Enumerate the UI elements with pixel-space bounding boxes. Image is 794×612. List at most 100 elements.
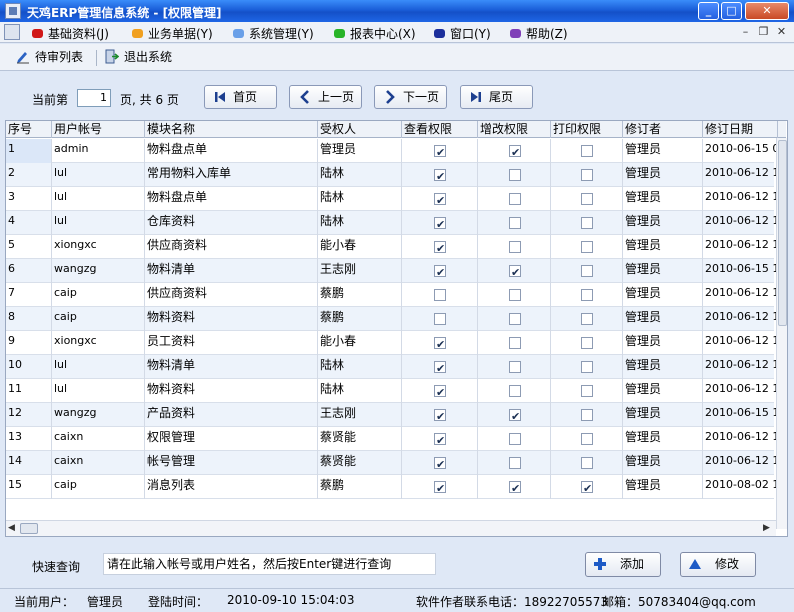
view-permission-checkbox[interactable] [434, 239, 446, 259]
cell-no[interactable]: 12 [6, 403, 52, 427]
cell-grantee[interactable]: 能小春 [318, 235, 402, 259]
cell-no[interactable]: 1 [6, 139, 52, 163]
cell-reviser[interactable]: 管理员 [623, 355, 703, 379]
cell-no[interactable]: 3 [6, 187, 52, 211]
cell-reviser[interactable]: 管理员 [623, 211, 703, 235]
cell-date[interactable]: 2010-06-15 0 [703, 139, 778, 163]
cell-reviser[interactable]: 管理员 [623, 331, 703, 355]
cell-grantee[interactable]: 蔡鹏 [318, 307, 402, 331]
last-page-button[interactable]: 尾页 [460, 85, 533, 109]
cell-module[interactable]: 供应商资料 [145, 283, 318, 307]
view-permission-checkbox[interactable] [434, 313, 446, 325]
print-permission-checkbox[interactable] [581, 385, 593, 397]
cell-account[interactable]: caip [52, 283, 145, 307]
edit-permission-checkbox[interactable] [509, 263, 521, 283]
mdi-close-icon[interactable]: ✕ [774, 25, 789, 39]
view-permission-checkbox[interactable] [434, 335, 446, 355]
scroll-right-icon[interactable]: ▶ [763, 523, 770, 533]
cell-no[interactable]: 14 [6, 451, 52, 475]
cell-reviser[interactable]: 管理员 [623, 139, 703, 163]
table-row[interactable]: 12wangzg产品资料王志刚 管理员2010-06-15 1 [6, 403, 778, 427]
cell-account[interactable]: lul [52, 355, 145, 379]
cell-module[interactable]: 消息列表 [145, 475, 318, 499]
view-permission-checkbox[interactable] [434, 383, 446, 403]
print-permission-checkbox[interactable] [581, 433, 593, 445]
mdi-minimize-icon[interactable]: – [738, 25, 753, 39]
cell-date[interactable]: 2010-06-15 1 [703, 403, 778, 427]
cell-date[interactable]: 2010-06-12 1 [703, 187, 778, 211]
edit-permission-checkbox[interactable] [509, 433, 521, 445]
print-permission-checkbox[interactable] [581, 289, 593, 301]
view-permission-checkbox[interactable] [434, 167, 446, 187]
cell-module[interactable]: 物料清单 [145, 355, 318, 379]
cell-date[interactable]: 2010-06-12 1 [703, 163, 778, 187]
cell-account[interactable]: caip [52, 475, 145, 499]
edit-permission-checkbox[interactable] [509, 457, 521, 469]
edit-permission-checkbox[interactable] [509, 313, 521, 325]
print-permission-checkbox[interactable] [581, 457, 593, 469]
view-permission-checkbox[interactable] [434, 143, 446, 163]
table-row[interactable]: 6wangzg物料清单王志刚 管理员2010-06-15 1 [6, 259, 778, 283]
cell-reviser[interactable]: 管理员 [623, 475, 703, 499]
table-row[interactable]: 14caixn帐号管理蔡贤能 管理员2010-06-12 1 [6, 451, 778, 475]
modify-button[interactable]: 修改 [680, 552, 756, 577]
cell-no[interactable]: 6 [6, 259, 52, 283]
table-row[interactable]: 8 caip 物料资料 蔡鹏 管理员 2010-06-12 1 [6, 307, 778, 331]
table-row[interactable]: 7 caip 供应商资料 蔡鹏 管理员 2010-06-12 1 [6, 283, 778, 307]
cell-module[interactable]: 物料盘点单 [145, 187, 318, 211]
cell-account[interactable]: admin [52, 139, 145, 163]
menu-business-docs[interactable]: 业务单据(Y) [132, 25, 213, 41]
edit-permission-checkbox[interactable] [509, 143, 521, 163]
edit-permission-checkbox[interactable] [509, 289, 521, 301]
exit-system-button[interactable]: 退出系统 [105, 48, 172, 67]
cell-date[interactable]: 2010-06-12 1 [703, 307, 778, 331]
header-col-module[interactable]: 模块名称 [145, 121, 318, 138]
cell-grantee[interactable]: 蔡鹏 [318, 475, 402, 499]
header-col-account[interactable]: 用户帐号 [52, 121, 145, 138]
view-permission-checkbox[interactable] [434, 191, 446, 211]
cell-module[interactable]: 供应商资料 [145, 235, 318, 259]
cell-grantee[interactable]: 能小春 [318, 331, 402, 355]
vertical-scrollbar[interactable] [776, 138, 787, 529]
edit-permission-checkbox[interactable] [509, 241, 521, 253]
cell-no[interactable]: 4 [6, 211, 52, 235]
pending-list-button[interactable]: 待审列表 [16, 48, 83, 67]
cell-date[interactable]: 2010-06-12 1 [703, 235, 778, 259]
cell-reviser[interactable]: 管理员 [623, 307, 703, 331]
cell-no[interactable]: 7 [6, 283, 52, 307]
print-permission-checkbox[interactable] [581, 479, 593, 499]
first-page-button[interactable]: 首页 [204, 85, 277, 109]
print-permission-checkbox[interactable] [581, 313, 593, 325]
cell-module[interactable]: 物料资料 [145, 379, 318, 403]
maximize-button[interactable]: □ [721, 2, 742, 20]
next-page-button[interactable]: 下一页 [374, 85, 447, 109]
cell-account[interactable]: caixn [52, 451, 145, 475]
title-bar[interactable]: 天鸡ERP管理信息系统 - [权限管理] _ □ ✕ [0, 0, 794, 22]
menu-system-management[interactable]: 系统管理(Y) [233, 25, 314, 41]
cell-no[interactable]: 8 [6, 307, 52, 331]
cell-date[interactable]: 2010-08-02 1 [703, 475, 778, 499]
view-permission-checkbox[interactable] [434, 479, 446, 499]
table-row[interactable]: 15caip消息列表蔡鹏 管理员2010-08-02 1 [6, 475, 778, 499]
header-col-grantee[interactable]: 受权人 [318, 121, 402, 138]
table-row[interactable]: 13caixn权限管理蔡贤能 管理员2010-06-12 1 [6, 427, 778, 451]
cell-grantee[interactable]: 管理员 [318, 139, 402, 163]
table-row[interactable]: 10lul物料清单陆林 管理员2010-06-12 1 [6, 355, 778, 379]
print-permission-checkbox[interactable] [581, 217, 593, 229]
cell-date[interactable]: 2010-06-15 1 [703, 259, 778, 283]
cell-module[interactable]: 物料盘点单 [145, 139, 318, 163]
edit-permission-checkbox[interactable] [509, 217, 521, 229]
prev-page-button[interactable]: 上一页 [289, 85, 362, 109]
print-permission-checkbox[interactable] [581, 169, 593, 181]
cell-reviser[interactable]: 管理员 [623, 427, 703, 451]
menu-report-center[interactable]: 报表中心(X) [334, 25, 416, 41]
cell-module[interactable]: 物料资料 [145, 307, 318, 331]
print-permission-checkbox[interactable] [581, 409, 593, 421]
cell-reviser[interactable]: 管理员 [623, 259, 703, 283]
cell-grantee[interactable]: 王志刚 [318, 403, 402, 427]
cell-no[interactable]: 15 [6, 475, 52, 499]
cell-grantee[interactable]: 陆林 [318, 211, 402, 235]
header-col-view[interactable]: 查看权限 [402, 121, 478, 138]
horizontal-scrollbar[interactable]: ◀ ▶ [6, 520, 776, 536]
view-permission-checkbox[interactable] [434, 289, 446, 301]
